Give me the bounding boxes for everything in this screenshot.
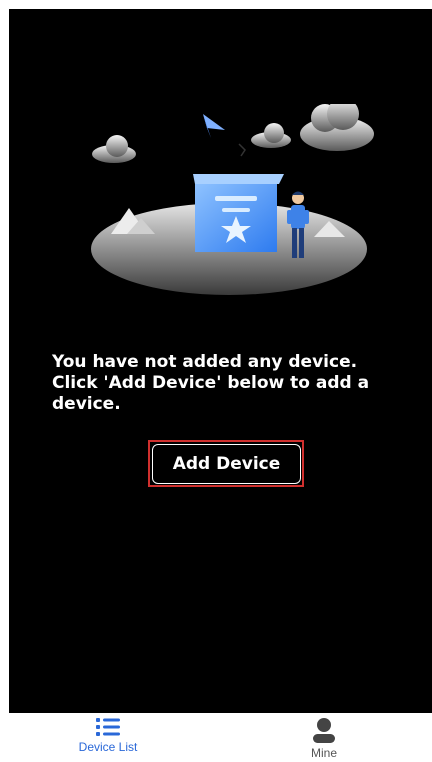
person-icon bbox=[313, 718, 335, 743]
device-list-screen: You have not added any device. Click 'Ad… bbox=[9, 9, 432, 713]
list-icon bbox=[96, 718, 120, 736]
bottom-tab-bar: Device List Mine bbox=[0, 713, 432, 762]
empty-state-message: You have not added any device. Click 'Ad… bbox=[52, 352, 370, 414]
add-device-button[interactable]: Add Device bbox=[152, 444, 301, 484]
empty-box-illustration bbox=[91, 104, 374, 295]
tab-device-list[interactable]: Device List bbox=[0, 713, 216, 762]
tab-device-list-label: Device List bbox=[78, 740, 138, 754]
tab-mine-label: Mine bbox=[310, 746, 337, 760]
tab-mine[interactable]: Mine bbox=[216, 713, 432, 762]
